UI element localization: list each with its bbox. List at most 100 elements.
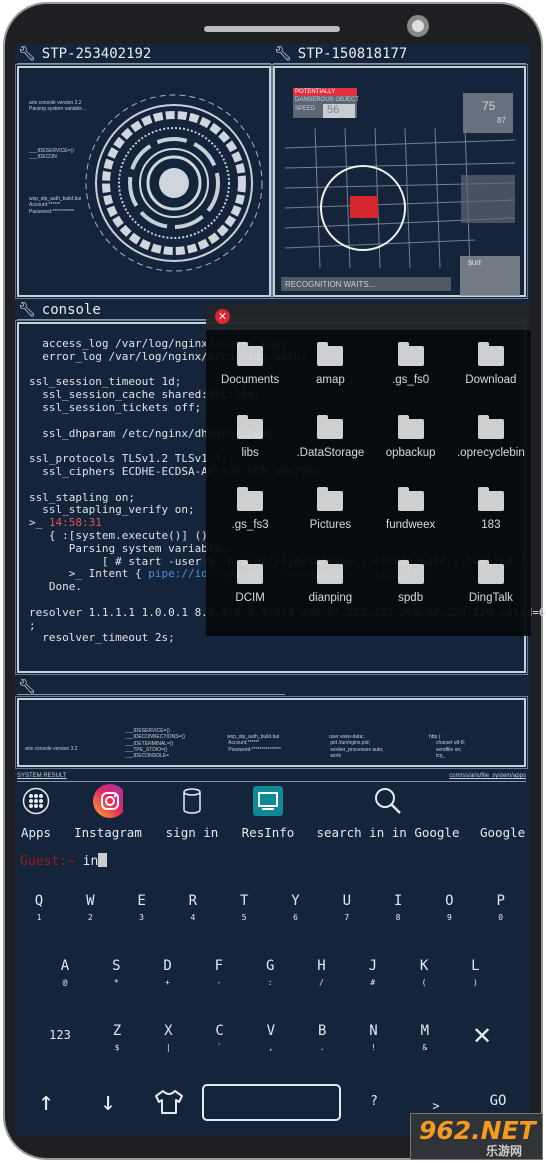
key-h[interactable]: H /	[302, 958, 342, 987]
key-b[interactable]: B.	[302, 1023, 342, 1052]
app-sign-in[interactable]: sign in	[162, 786, 222, 840]
folder-icon	[397, 342, 424, 366]
console-title-text: console	[41, 302, 101, 318]
key-alt: #	[370, 978, 376, 987]
folder-label: Documents	[221, 374, 280, 386]
key-e[interactable]: E3	[122, 893, 162, 922]
key-y[interactable]: Y6	[276, 893, 316, 922]
key-v[interactable]: V,	[251, 1023, 291, 1052]
folder-label: amap	[315, 374, 345, 386]
folder-item[interactable]: Download	[451, 330, 531, 403]
command-prompt[interactable]: Guest:~ in	[20, 853, 108, 869]
prompt-input[interactable]: in	[83, 854, 99, 869]
status-text: aris console version 3.2	[25, 746, 78, 752]
folder-item[interactable]: Pictures	[290, 475, 370, 548]
folder-item[interactable]: Documents	[210, 330, 290, 403]
key-123[interactable]: 123	[40, 1028, 80, 1042]
app-google[interactable]: Google	[480, 786, 526, 840]
key-a[interactable]: A @	[45, 958, 85, 987]
folder-item[interactable]: libs	[210, 403, 290, 476]
key-w[interactable]: W2	[70, 893, 110, 922]
folder-grid: Documents amap .gs_fs0 Download libs .DataSto…	[206, 330, 531, 620]
key-i[interactable]: I8	[378, 893, 418, 922]
key-d[interactable]: D +	[148, 958, 188, 987]
app-search-google[interactable]: search in in Google	[317, 786, 460, 840]
folder-item[interactable]: .gs_fs3	[210, 475, 290, 548]
key-p[interactable]: P0	[481, 893, 521, 922]
app-label: Google	[480, 825, 526, 840]
folder-icon	[237, 559, 264, 584]
backspace-x-icon[interactable]: ✕	[462, 1022, 502, 1050]
key-main: V	[266, 1023, 276, 1039]
hud-panel-1[interactable]: aris console version 3.2 Parsing system …	[15, 64, 273, 299]
folder-icon	[317, 559, 344, 584]
key-main: M	[420, 1023, 430, 1039]
folder-item[interactable]: spdb	[371, 548, 451, 621]
key-m[interactable]: M &	[405, 1023, 445, 1052]
folder-label: .DataStorage	[296, 446, 365, 459]
arrow-down-icon[interactable]: ↓	[88, 1087, 128, 1117]
key-j[interactable]: J #	[353, 958, 393, 987]
divider	[273, 63, 526, 64]
key-k[interactable]: K(	[404, 958, 444, 987]
key-n[interactable]: N!	[354, 1023, 394, 1052]
folder-label: 183	[481, 519, 501, 531]
key-u[interactable]: U7	[327, 893, 367, 922]
key-main: H	[317, 958, 326, 974]
key-alt: ,	[268, 1043, 274, 1052]
folder-item[interactable]: dianping	[290, 548, 370, 621]
folder-item[interactable]: 183	[451, 475, 531, 548]
key-alt: (	[421, 978, 427, 987]
shirt-icon[interactable]	[149, 1088, 189, 1120]
key-alt: 1	[36, 913, 42, 922]
panel-2-title-text: STP-150818177	[297, 46, 408, 62]
key-o[interactable]: O9	[429, 893, 469, 922]
key-f[interactable]: F-	[199, 958, 239, 987]
key-z[interactable]: Z $	[97, 1023, 137, 1052]
key-g[interactable]: G:	[250, 958, 290, 987]
folder-label: .gs_fs3	[231, 519, 269, 531]
status-text: user www-data; pid /run/nginx.pid; worke…	[329, 734, 384, 759]
folder-item[interactable]: .DataStorage	[290, 403, 370, 476]
folder-item[interactable]: DingTalk	[451, 548, 531, 621]
folder-item[interactable]: fundweex	[371, 475, 451, 548]
key-l[interactable]: L)	[455, 958, 495, 987]
key-go[interactable]: GO	[478, 1093, 518, 1109]
key-x[interactable]: X |	[148, 1023, 188, 1052]
key-alt: 9	[446, 913, 452, 922]
divider	[17, 781, 526, 782]
key-c[interactable]: C `	[200, 1023, 240, 1052]
folder-label: fundweex	[386, 519, 436, 531]
folder-label: Pictures	[309, 519, 352, 531]
front-camera	[407, 15, 429, 37]
key-s[interactable]: S *	[96, 958, 136, 987]
app-apps[interactable]: Apps	[13, 786, 59, 840]
space-bar[interactable]	[202, 1084, 341, 1121]
folder-label: .gs_fs0	[392, 374, 430, 386]
hud-text: POTENTIALLY	[295, 89, 336, 95]
app-instagram[interactable]: Instagram	[73, 784, 143, 840]
folder-icon	[397, 487, 424, 511]
key-t[interactable]: T5	[224, 893, 264, 922]
key-alt: *	[113, 978, 119, 987]
folder-label: DCIM	[235, 591, 265, 604]
app-resinfo[interactable]: ResInfo	[238, 786, 298, 840]
key-r[interactable]: R4	[173, 893, 213, 922]
speaker-grille	[204, 26, 340, 32]
hud-panel-2[interactable]: POTENTIALLY DANGEROUS OBJECT SPEED 56 75…	[271, 64, 528, 299]
hud-text: 75	[482, 99, 496, 113]
key-alt: !	[371, 1043, 376, 1052]
folder-item[interactable]: .gs_fs0	[371, 330, 451, 403]
folder-item[interactable]: DCIM	[210, 548, 290, 621]
hud-text: ___IDESERVICE=() ___IDECON	[29, 148, 74, 161]
arrow-up-icon[interactable]: ↑	[26, 1087, 66, 1117]
folder-item[interactable]: .oprecyclebin	[451, 403, 531, 476]
key-gt[interactable]: >	[416, 1099, 456, 1113]
key-question[interactable]: ?	[354, 1094, 394, 1109]
file-picker-overlay: ✕ Documents amap .gs_fs0 Download libs .DataS…	[206, 304, 531, 636]
folder-item[interactable]: amap	[290, 330, 370, 403]
close-circle-icon[interactable]: ✕	[215, 309, 230, 324]
key-q[interactable]: Q1	[19, 893, 59, 922]
folder-item[interactable]: opbackup	[371, 403, 451, 476]
hud-text: DANGEROUS OBJECT	[295, 97, 360, 103]
